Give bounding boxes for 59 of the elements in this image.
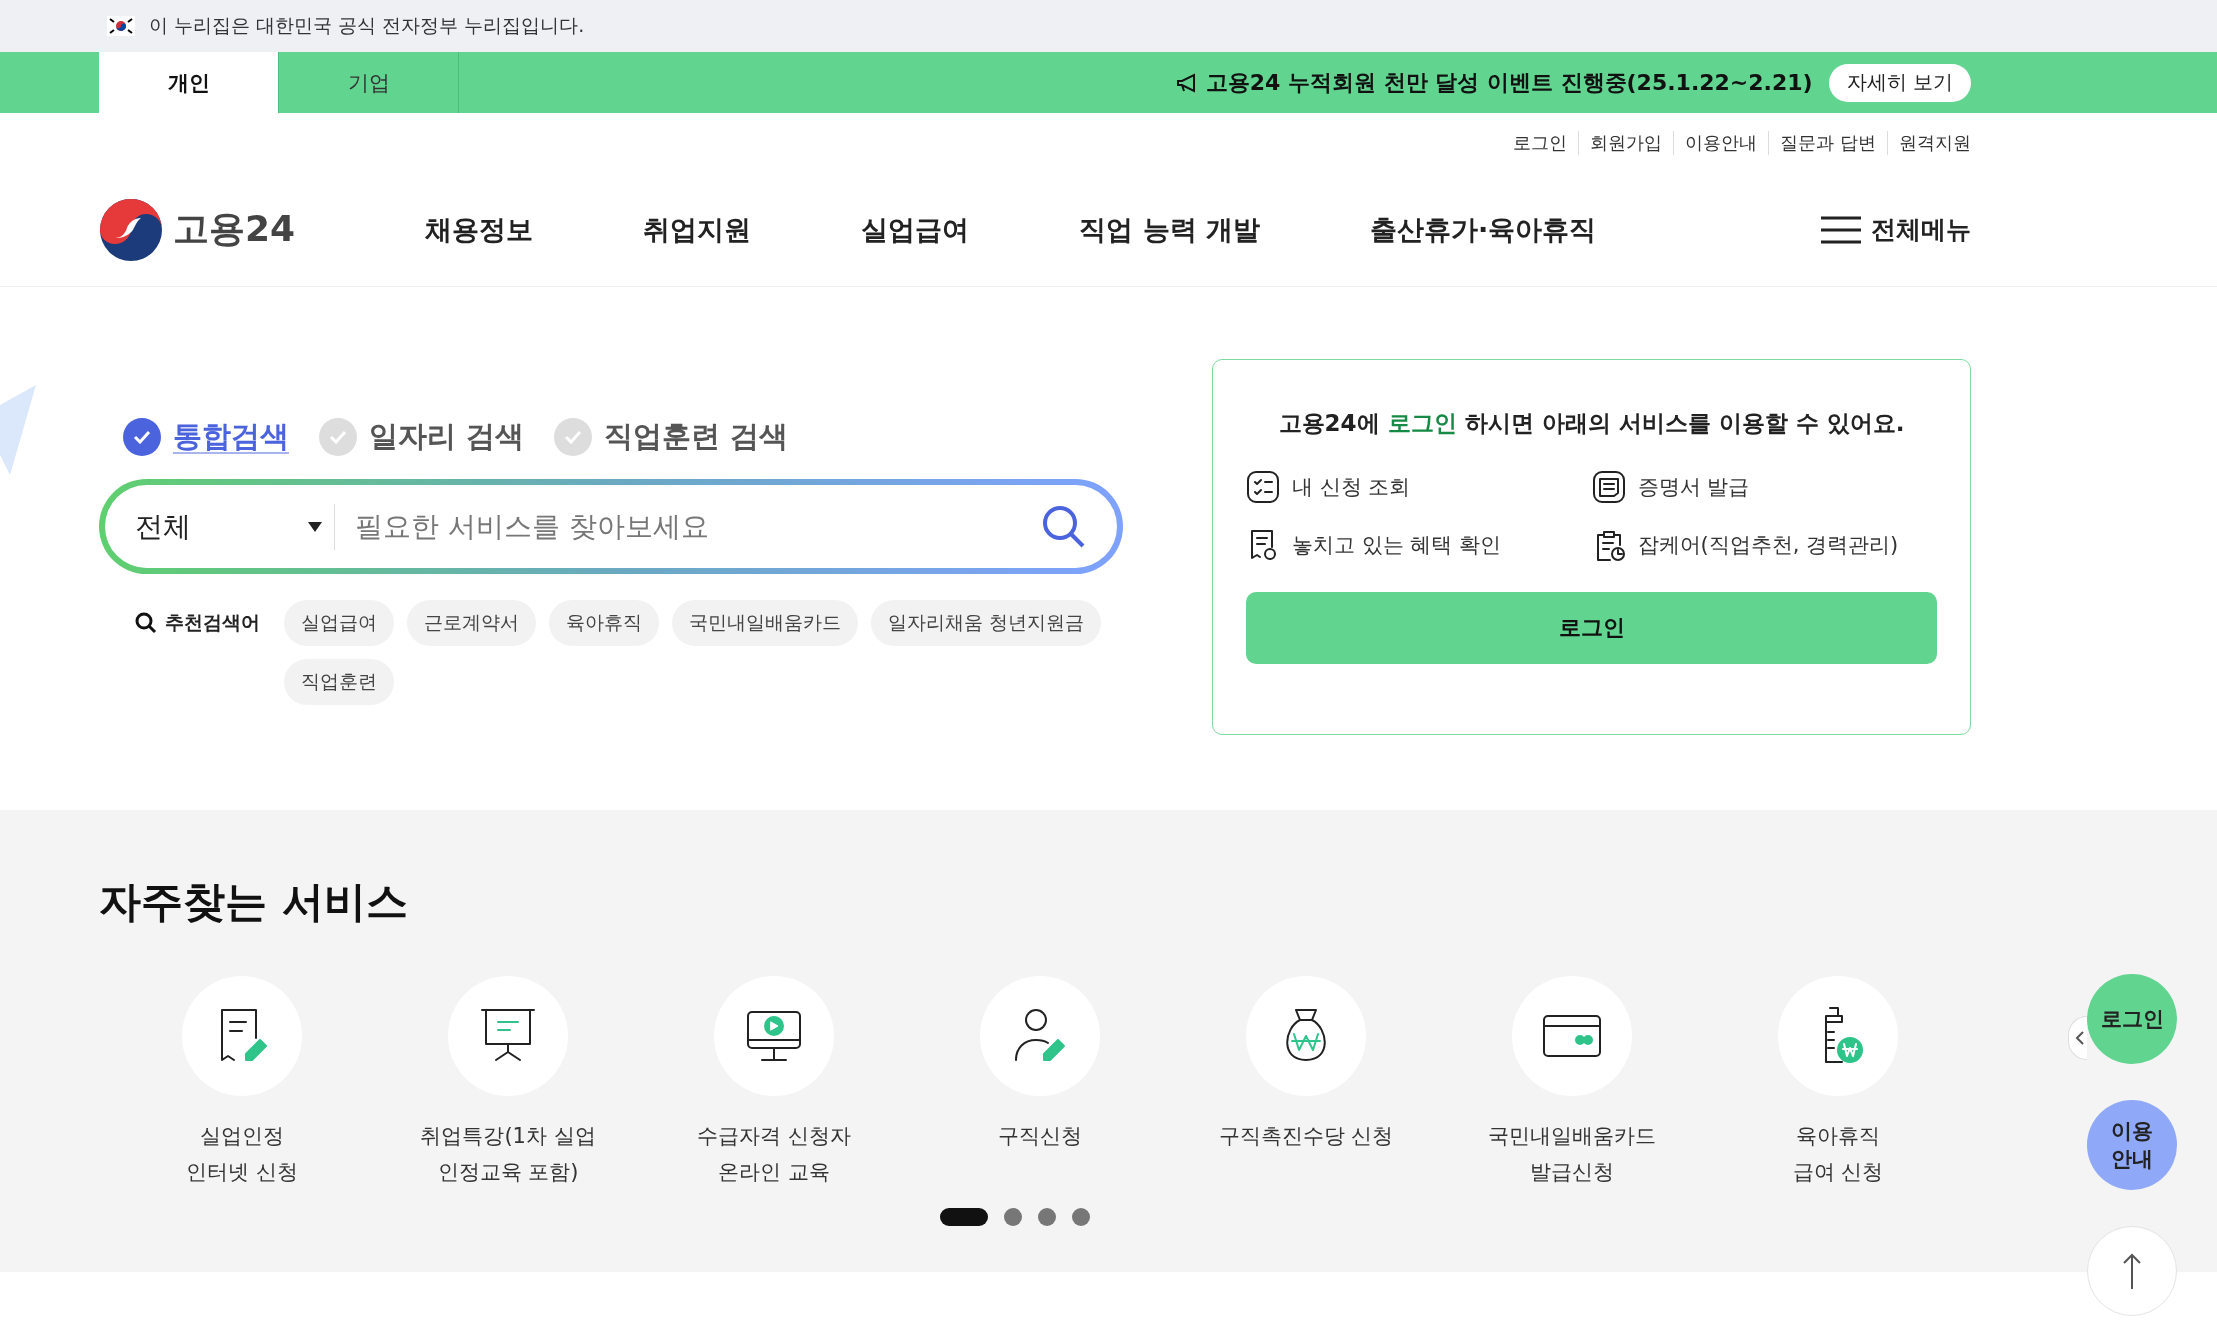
category-dropdown[interactable]: 전체 xyxy=(135,503,335,550)
nav-item[interactable]: 채용정보 xyxy=(425,211,534,248)
search-field[interactable]: 전체 필요한 서비스를 찾아보세요 xyxy=(99,479,1123,574)
pagination-dot[interactable] xyxy=(1072,1208,1090,1226)
event-banner-text: 고용24 누적회원 천만 달성 이벤트 진행중(25.1.22~2.21) xyxy=(1205,68,1813,97)
pagination-dot[interactable] xyxy=(1004,1208,1022,1226)
service-shortcut[interactable]: 실업인정 인터넷 신청 xyxy=(109,976,375,1190)
service-shortcut[interactable]: 국민내일배움카드 발급신청 xyxy=(1439,976,1705,1190)
logo[interactable]: 고용24 xyxy=(99,197,296,262)
service-link[interactable]: 증명서 발급 xyxy=(1591,470,1937,504)
audience-tab[interactable]: 기업 xyxy=(279,52,459,113)
check-icon xyxy=(319,418,357,456)
nav-item[interactable]: 직업 능력 개발 xyxy=(1079,211,1260,248)
utility-link[interactable]: 질문과 답변 xyxy=(1768,131,1887,155)
keyword-chip[interactable]: 직업훈련 xyxy=(284,659,394,705)
utility-link[interactable]: 로그인 xyxy=(1502,131,1579,155)
all-menu-button[interactable]: 전체메뉴 xyxy=(1821,213,1971,246)
keyword-chip[interactable]: 일자리채움 청년지원금 xyxy=(871,600,1102,646)
pagination-dot[interactable] xyxy=(1038,1208,1056,1226)
search-icon xyxy=(1041,503,1087,550)
service-shortcut[interactable]: 구직촉진수당 신청 xyxy=(1173,976,1439,1190)
search-tab[interactable]: 일자리 검색 xyxy=(319,417,525,457)
section-title: 자주찾는 서비스 xyxy=(99,876,409,928)
nav-item[interactable]: 출산휴가·육아휴직 xyxy=(1369,211,1597,248)
megaphone-icon xyxy=(1175,72,1198,93)
service-shortcut[interactable]: 취업특강(1차 실업 인정교육 포함) xyxy=(375,976,641,1190)
chevron-icon xyxy=(2075,1031,2085,1045)
details-button[interactable]: 자세히 보기 xyxy=(1828,63,1971,102)
checklist-icon xyxy=(1246,470,1280,504)
service-link[interactable]: 잡케어(직업추천, 경력관리) xyxy=(1591,528,1937,562)
nav-item[interactable]: 취업지원 xyxy=(643,211,752,248)
caret-icon xyxy=(308,521,322,532)
keyword-chip[interactable]: 육아휴직 xyxy=(549,600,659,646)
keyword-chip[interactable]: 근로계약서 xyxy=(407,600,536,646)
document-icon xyxy=(1591,470,1626,504)
search-tab[interactable]: 직업훈련 검색 xyxy=(554,417,789,457)
utility-link[interactable]: 원격지원 xyxy=(1887,131,1971,155)
menu-icon xyxy=(1821,214,1861,245)
search-icon xyxy=(135,612,157,634)
service-shortcut[interactable]: 구직신청 xyxy=(907,976,1173,1190)
search-tab[interactable]: 통합검색 xyxy=(123,417,289,457)
check-icon xyxy=(123,418,161,456)
service-link[interactable]: 내 신청 조회 xyxy=(1246,470,1592,504)
flag-icon xyxy=(107,16,135,36)
utility-link[interactable]: 회원가입 xyxy=(1578,131,1674,155)
search-button[interactable] xyxy=(1041,503,1087,550)
keyword-chip[interactable]: 국민내일배움카드 xyxy=(672,600,858,646)
keyword-chip[interactable]: 실업급여 xyxy=(284,600,394,646)
service-shortcut[interactable]: 수급자격 신청자 온라인 교육 xyxy=(641,976,907,1190)
recommended-label: 추천검색어 xyxy=(165,610,260,635)
login-button[interactable]: 로그인 xyxy=(1246,592,1937,664)
nav-item[interactable]: 실업급여 xyxy=(861,211,970,248)
gov-notice-text: 이 누리집은 대한민국 공식 전자정부 누리집입니다. xyxy=(149,13,585,38)
login-card-title: 고용24에 로그인 하시면 아래의 서비스를 이용할 수 있어요. xyxy=(1277,409,1906,438)
utility-link[interactable]: 이용안내 xyxy=(1673,131,1769,155)
service-link[interactable]: 놓치고 있는 혜택 확인 xyxy=(1246,528,1592,562)
service-shortcut[interactable]: 육아휴직 급여 신청 xyxy=(1705,976,1971,1190)
check-icon xyxy=(554,418,593,456)
audience-tab[interactable]: 개인 xyxy=(99,52,279,113)
